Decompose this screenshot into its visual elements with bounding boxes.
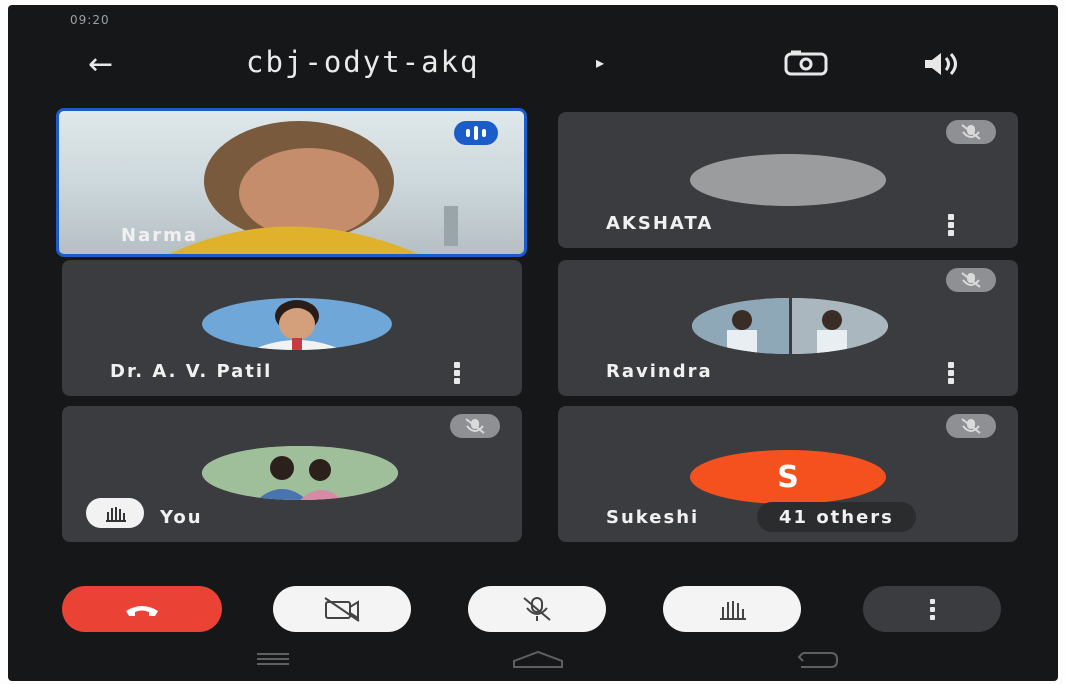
- participant-tile[interactable]: Dr. A. V. Patil: [62, 260, 522, 396]
- camera-off-button[interactable]: [273, 586, 411, 632]
- hand-icon: [106, 507, 126, 522]
- caret-right-icon[interactable]: ▸: [596, 53, 604, 72]
- mic-off-icon: [450, 414, 500, 438]
- phone-hangup-icon: [126, 606, 158, 616]
- speaker-icon[interactable]: [918, 47, 964, 81]
- switch-camera-icon[interactable]: [783, 47, 829, 81]
- nav-recents-icon[interactable]: [253, 649, 293, 673]
- more-vert-icon: [929, 598, 935, 620]
- mic-off-icon: [946, 414, 996, 438]
- others-count-pill[interactable]: 41 others: [757, 502, 916, 532]
- avatar-letter: S: [777, 459, 799, 495]
- participant-name: Dr. A. V. Patil: [110, 361, 273, 382]
- avatar: [202, 446, 398, 500]
- hand-icon: [720, 601, 746, 620]
- hand-raised-indicator: [86, 498, 144, 528]
- camera-off-icon: [324, 597, 360, 622]
- participant-name: Ravindra: [606, 361, 713, 382]
- speaking-indicator: [454, 121, 498, 145]
- mic-off-icon: [523, 597, 551, 621]
- call-controls: [8, 580, 1058, 640]
- phone-screen: 09:20 ← cbj-odyt-akq ▸ Narma AKSHATA Dr.…: [8, 5, 1058, 681]
- avatar: [690, 154, 886, 206]
- participant-tile[interactable]: AKSHATA: [558, 112, 1018, 248]
- participant-name: AKSHATA: [606, 213, 714, 234]
- participant-tile[interactable]: Narma: [56, 108, 527, 257]
- avatar: S: [690, 450, 886, 504]
- participant-tile[interactable]: S Sukeshi 41 others: [558, 406, 1018, 542]
- participant-menu-icon[interactable]: [948, 362, 954, 384]
- raise-hand-button[interactable]: [663, 586, 801, 632]
- participant-name: You: [160, 507, 203, 528]
- mic-off-button[interactable]: [468, 586, 606, 632]
- status-time: 09:20: [70, 13, 110, 27]
- participant-tile[interactable]: You: [62, 406, 522, 542]
- participant-menu-icon[interactable]: [948, 214, 954, 236]
- mic-off-icon: [946, 120, 996, 144]
- avatar: [692, 298, 888, 354]
- participant-name: Sukeshi: [606, 507, 700, 528]
- back-arrow-icon[interactable]: ←: [88, 47, 113, 82]
- meeting-code[interactable]: cbj-odyt-akq: [246, 45, 480, 79]
- nav-back-icon[interactable]: [793, 649, 843, 675]
- meeting-top-bar: ← cbj-odyt-akq ▸: [8, 35, 1058, 95]
- avatar: [202, 298, 392, 350]
- nav-home-icon[interactable]: [508, 649, 568, 675]
- end-call-button[interactable]: [62, 586, 222, 632]
- participant-menu-icon[interactable]: [454, 362, 460, 384]
- more-options-button[interactable]: [863, 586, 1001, 632]
- system-nav-bar: [8, 641, 1058, 681]
- status-bar: 09:20: [8, 5, 1058, 35]
- mic-off-icon: [946, 268, 996, 292]
- participant-name: Narma: [121, 225, 198, 246]
- participant-tile[interactable]: Ravindra: [558, 260, 1018, 396]
